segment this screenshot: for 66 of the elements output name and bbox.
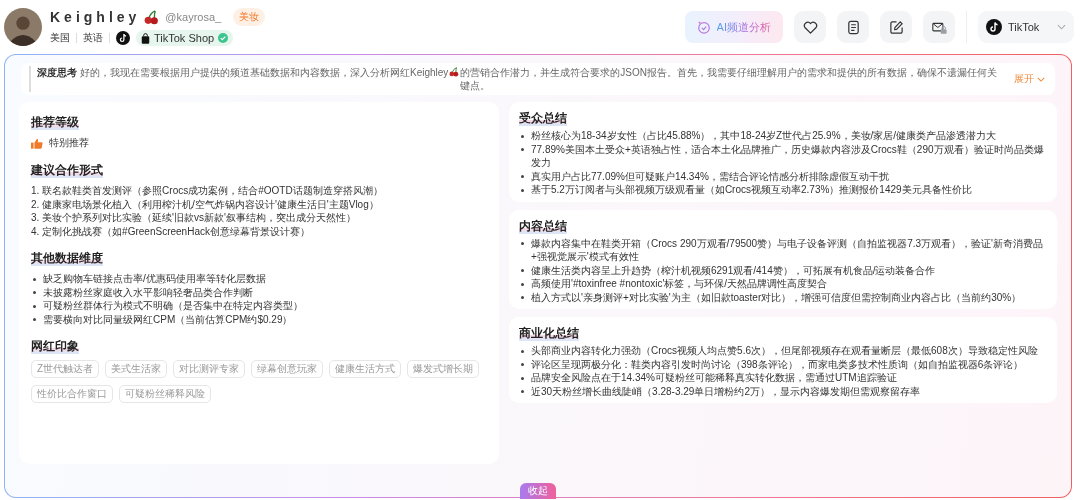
list-item: 未披露粉丝家庭收入水平影响轻奢品类合作判断 [43, 285, 253, 299]
list-item: 77.89%美国本土受众+英语独占性，适合本土化品牌推广，历史爆款内容涉及Crocs鞋（290万观看）验证时尚品类爆发力 [531, 142, 1045, 170]
section-title: 推荐等级 [31, 115, 79, 130]
shopping-bag-icon [141, 32, 150, 44]
list-item: 真实用户占比77.09%但可疑账户14.34%，需结合评论情感分析排除虚假互动干扰 [531, 169, 889, 183]
impression-tag: 绿幕创意玩家 [251, 360, 324, 378]
list-item: 2. 健康家电场景化植入（利用榨汁机/空气炸锅内容设计'健康生活日'主题Vlog） [31, 197, 380, 211]
cherry-icon [449, 67, 460, 77]
list-item: 植入方式以'亲身测评+对比实验'为主（如旧款toaster对比），增强可信度但需控制商业内容占比（当前约30%） [531, 290, 1022, 304]
shop-label: TikTok Shop [154, 32, 215, 44]
list-item: 健康生活类内容呈上升趋势（榨汁机视频6291观看/414赞），可拓展有机食品/运动装备合作 [531, 263, 936, 277]
impression-tag: 对比测评专家 [173, 360, 246, 378]
cherry-icon [144, 9, 160, 25]
list-item: 近30天粉丝增长曲线陡峭（3.28-3.29单日增粉约2万），显示内容爆发期但需观察留存率 [531, 384, 920, 398]
thinking-text: 好的，我现在需要根据用户提供的频道基础数据和内容数据，深入分析网红Keighley [80, 66, 449, 79]
influencer-name: Keighley [50, 9, 141, 25]
impression-tag: Z世代触达者 [31, 360, 100, 378]
section-title: 受众总结 [519, 111, 567, 126]
impression-tag: 美式生活家 [105, 360, 168, 378]
thumbs-up-icon [31, 137, 43, 149]
edit-icon [888, 19, 904, 35]
section-title: 其他数据维度 [31, 251, 103, 266]
thinking-label: 深度思考 [37, 66, 77, 79]
list-item: 3. 美妆个护系列对比实验（延续'旧款vs新款'叙事结构，突出成分天然性） [31, 211, 357, 225]
document-icon [845, 19, 861, 35]
ai-analysis-button[interactable]: AI频道分析 [684, 11, 783, 43]
sparkle-check-icon [696, 20, 711, 34]
list-item: 品牌安全风险点在于14.34%可疑粉丝可能稀释真实转化数据，需通过UTM追踪验证 [531, 371, 897, 385]
platform-dropdown[interactable]: TikTok [978, 11, 1074, 43]
impression-tag: 爆发式增长期 [407, 360, 480, 378]
impression-tag: 可疑粉丝稀释风险 [119, 385, 211, 403]
message-button[interactable] [923, 11, 955, 43]
thinking-text: 的营销合作潜力，并生成符合要求的JSON报告。首先，我需要仔细理解用户的需求和提供的所有数据，确保不遗漏任何关键点。 [460, 66, 999, 92]
chevron-down-icon [1057, 24, 1066, 30]
avatar [4, 8, 42, 46]
list-item: 需要横向对比同量级网红CPM（当前估算CPM约$0.29） [43, 312, 293, 326]
handle: @kayrosa_ [165, 11, 222, 23]
list-item: 缺乏购物车链接点击率/优惠码使用率等转化层数据 [43, 272, 266, 286]
list-item: 高频使用'#toxinfree #nontoxic'标签，与环保/天然品牌调性高度契合 [531, 277, 828, 291]
tiktok-icon [116, 31, 130, 45]
list-item: 粉丝核心为18-34岁女性（占比45.88%），其中18-24岁Z世代占25.9%，美妆/家居/健康类产品渗透潜力大 [531, 129, 997, 143]
favorite-button[interactable] [794, 11, 826, 43]
expand-button[interactable]: 展开 [1014, 72, 1045, 86]
list-item: 头部商业内容转化力强劲（Crocs视频人均点赞5.6次），但尾部视频存在观看量断层（最低608次）导致稳定性风险 [531, 344, 1038, 358]
report-button[interactable] [837, 11, 869, 43]
impression-tag: 性价比合作窗口 [31, 385, 113, 403]
list-item: 爆款内容集中在鞋类开箱（Crocs 290万观看/79500赞）与电子设备评测（自拍监视器7.3万观看），验证'新奇消费品+强视觉展示'模式有效性 [531, 236, 1044, 264]
list-item: 1. 联名款鞋类首发测评（参照Crocs成功案例，结合#OOTD话题制造穿搭风潮） [31, 184, 384, 198]
country: 美国 [50, 31, 70, 45]
list-item: 基于5.2万订阅者与头部视频万级观看量（如Crocs视频互动率2.73%）推测报价1429美元具备性价比 [531, 183, 972, 197]
rating-value: 特别推荐 [49, 136, 89, 150]
language: 英语 [83, 31, 103, 45]
section-title: 网红印象 [31, 339, 79, 354]
chevron-down-icon [1037, 76, 1045, 82]
list-item: 4. 定制化挑战赛（如#GreenScreenHack创意绿幕背景设计赛） [31, 224, 311, 238]
category-tag: 美妆 [233, 8, 266, 26]
edit-button[interactable] [880, 11, 912, 43]
collapse-button[interactable]: 收起 [520, 483, 556, 499]
section-title: 内容总结 [519, 218, 567, 234]
section-title: 建议合作形式 [31, 163, 103, 178]
list-item: 可疑粉丝群体行为模式不明确（是否集中在特定内容类型） [43, 299, 303, 313]
impression-tag: 健康生活方式 [329, 360, 402, 378]
tiktok-icon [986, 19, 1002, 35]
section-title: 商业化总结 [519, 326, 579, 341]
heart-icon [802, 19, 818, 35]
list-item: 评论区呈现两极分化：鞋类内容引发时尚讨论（398条评论），而家电类多技术性质询（如自拍监视器6条评论） [531, 357, 1024, 371]
